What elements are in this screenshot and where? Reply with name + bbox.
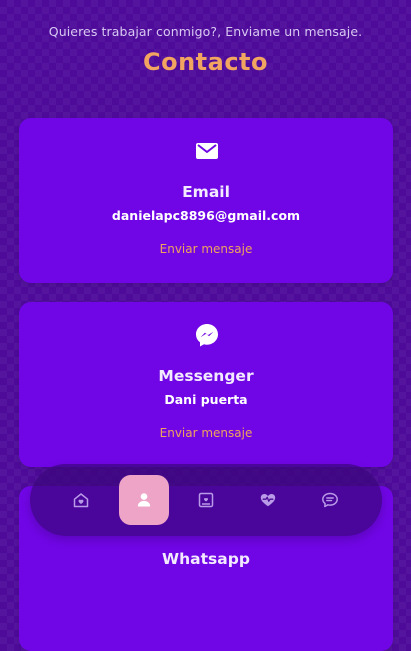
- nav-about-button[interactable]: [119, 475, 169, 525]
- nav-portfolio-button[interactable]: [181, 475, 231, 525]
- portfolio-icon: [198, 492, 214, 508]
- chat-icon: [322, 492, 338, 508]
- contact-card-value: Dani puerta: [164, 392, 248, 407]
- page-title: Contacto: [142, 48, 269, 76]
- contact-card-value: danielapc8896@gmail.com: [111, 208, 301, 223]
- subtitle: Quieres trabajar conmigo?, Enviame un me…: [48, 24, 363, 39]
- contact-card-email: Email danielapc8896@gmail.com Enviar men…: [19, 118, 393, 283]
- send-message-link[interactable]: Enviar mensaje: [19, 426, 393, 440]
- contact-card-title: Email: [182, 183, 230, 201]
- user-icon: [137, 493, 151, 507]
- nav-services-button[interactable]: [243, 475, 293, 525]
- email-icon: [194, 138, 220, 164]
- contact-card-title: Messenger: [158, 367, 254, 385]
- bottom-navigation: [30, 464, 382, 536]
- send-message-link[interactable]: Enviar mensaje: [19, 242, 393, 256]
- nav-home-button[interactable]: [56, 475, 106, 525]
- home-icon: [73, 493, 89, 508]
- nav-contact-button[interactable]: [305, 475, 355, 525]
- services-icon: [260, 494, 276, 507]
- messenger-icon: [194, 322, 220, 348]
- contact-card-messenger: Messenger Dani puerta Enviar mensaje: [19, 302, 393, 467]
- contact-card-title: Whatsapp: [162, 550, 250, 568]
